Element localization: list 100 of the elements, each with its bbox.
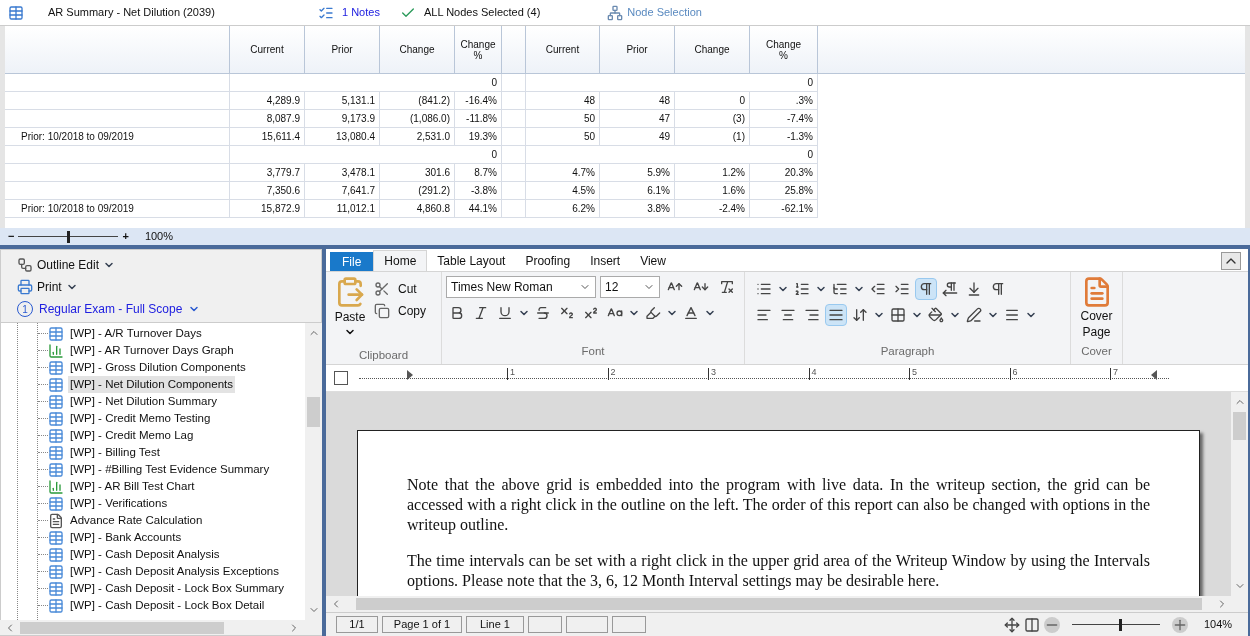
cover-page-button[interactable]: Cover Page	[1071, 276, 1122, 340]
table-cell: 8,087.9	[230, 110, 305, 128]
zoom-in-button[interactable]	[1172, 616, 1188, 633]
left-to-right-icon	[918, 281, 934, 297]
cut-button[interactable]: Cut	[374, 280, 426, 298]
table-cell: .3%	[750, 92, 818, 110]
zoom-out-button[interactable]: −	[8, 228, 15, 245]
copy-button[interactable]: Copy	[374, 302, 426, 320]
zoom-slider[interactable]	[1072, 617, 1160, 632]
scrollbar-thumb[interactable]	[307, 396, 320, 427]
ruler[interactable]: 1 2 3 4 5 6 7	[359, 368, 1169, 388]
table-cell: -2.4%	[675, 200, 750, 218]
subscript-icon	[559, 305, 575, 321]
strikethrough-icon	[535, 305, 551, 321]
outline-item[interactable]: [WP] - Cash Deposit Analysis Exceptions	[68, 562, 281, 581]
table-cell: 19.3%	[455, 128, 502, 146]
ribbon-tab[interactable]: Table Layout	[427, 250, 516, 271]
outline-item[interactable]: [WP] - #Billing Test Evidence Summary	[68, 460, 272, 479]
document-icon	[48, 512, 64, 529]
status-panel	[612, 616, 646, 633]
outline-item[interactable]: [WP] - Cash Deposit Analysis	[68, 545, 222, 564]
left-to-right-button[interactable]	[915, 278, 937, 300]
outline-edit-button[interactable]: Outline Edit	[37, 256, 100, 274]
borders-icon	[890, 307, 906, 323]
notes-link[interactable]: 1 Notes	[318, 4, 380, 21]
outline-icon	[17, 257, 33, 273]
zoom-in-button[interactable]: +	[122, 228, 129, 245]
table-icon	[48, 376, 64, 393]
ribbon-tab[interactable]: Home	[373, 250, 428, 271]
table-icon	[48, 325, 64, 342]
table-cell: 0	[526, 74, 818, 92]
scope-dropdown[interactable]: Regular Exam - Full Scope	[39, 300, 183, 318]
scrollbar-thumb[interactable]	[20, 621, 224, 634]
nodes-status: ALL Nodes Selected (4)	[423, 5, 541, 21]
outline-item[interactable]: [WP] - Bank Accounts	[68, 528, 184, 547]
font-name-field[interactable]: Times New Roman	[446, 276, 596, 298]
outline-item[interactable]: [WP] - Cash Deposit - Lock Box Summary	[68, 579, 287, 598]
outline-item[interactable]: [WP] - Credit Memo Lag	[68, 426, 196, 445]
slider-thumb[interactable]	[1119, 618, 1123, 631]
page-indicator: Page 1 of 1	[382, 616, 462, 633]
table-icon	[48, 563, 64, 580]
grid-zoom-slider[interactable]	[18, 229, 119, 244]
table-cell: 1.2%	[675, 164, 750, 182]
ribbon-tab[interactable]: View	[630, 250, 676, 271]
bold-icon	[449, 305, 465, 321]
table-cell: (291.2)	[380, 182, 455, 200]
outline-item[interactable]: [WP] - Net Dilution Components	[68, 375, 235, 394]
ribbon-tab[interactable]: Insert	[580, 250, 631, 271]
shading-icon	[928, 307, 944, 323]
outline-item[interactable]: [WP] - Billing Test	[68, 443, 162, 462]
copy-icon	[374, 303, 390, 319]
table-cell: 5,131.1	[305, 92, 380, 110]
horizontal-scrollbar[interactable]	[326, 596, 1248, 612]
file-tab[interactable]: File	[330, 252, 374, 271]
table-cell: -11.8%	[455, 110, 502, 128]
scissors-icon	[374, 281, 390, 297]
move-icon[interactable]	[1004, 616, 1020, 633]
paste-button[interactable]: Paste	[334, 276, 366, 339]
outline-item[interactable]: [WP] - Cash Deposit - Lock Box Detail	[68, 596, 267, 615]
indent-marker[interactable]	[1151, 370, 1157, 380]
zoom-out-button[interactable]	[1044, 616, 1060, 633]
ruler-number: 3	[708, 368, 716, 380]
align-center-icon	[780, 307, 796, 323]
outline-item[interactable]: [WP] - Verifications	[68, 494, 170, 513]
table-cell: 7,641.7	[305, 182, 380, 200]
outline-item[interactable]: Advance Rate Calculation	[68, 511, 205, 530]
collapse-ribbon-button[interactable]	[1221, 252, 1241, 270]
tab-stop-selector[interactable]	[334, 371, 348, 385]
table-icon	[48, 495, 64, 512]
ribbon-tab[interactable]: Proofing	[515, 250, 581, 271]
outline-item[interactable]: [WP] - AR Turnover Days Graph	[68, 341, 236, 360]
justify-button[interactable]	[825, 304, 847, 326]
outline-item[interactable]: [WP] - AR Bill Test Chart	[68, 477, 197, 496]
indent-marker[interactable]	[407, 370, 413, 380]
outline-item[interactable]: [WP] - A/R Turnover Days	[68, 324, 204, 343]
outline-item[interactable]: [WP] - Gross Dilution Components	[68, 358, 248, 377]
outline-item[interactable]: [WP] - Net Dilution Summary	[68, 392, 219, 411]
slider-thumb[interactable]	[67, 230, 71, 243]
outline-item[interactable]: [WP] - Credit Memo Testing	[68, 409, 213, 428]
ruler-number: 5	[909, 368, 917, 380]
line-indicator: Line 1	[466, 616, 524, 633]
horizontal-scrollbar[interactable]	[0, 620, 322, 636]
table-icon	[48, 580, 64, 597]
line-spacing-icon	[852, 307, 868, 323]
scrollbar-thumb[interactable]	[1233, 412, 1246, 440]
highlight-icon	[645, 305, 661, 321]
page-count: 1/1	[336, 616, 378, 633]
vertical-scrollbar[interactable]	[1231, 392, 1248, 596]
table-cell: 15,611.4	[230, 128, 305, 146]
vertical-scrollbar[interactable]	[305, 323, 322, 620]
show-formatting-icon	[990, 281, 1006, 297]
scrollbar-thumb[interactable]	[356, 598, 1202, 610]
font-size-field[interactable]: 12	[600, 276, 660, 298]
table-cell	[502, 128, 526, 146]
italic-icon	[473, 305, 489, 321]
table-cell: 15,872.9	[230, 200, 305, 218]
node-selection-button[interactable]: Node Selection	[607, 4, 702, 21]
table-cell: 7,350.6	[230, 182, 305, 200]
columns-icon[interactable]	[1024, 616, 1040, 633]
print-button[interactable]: Print	[37, 278, 62, 296]
